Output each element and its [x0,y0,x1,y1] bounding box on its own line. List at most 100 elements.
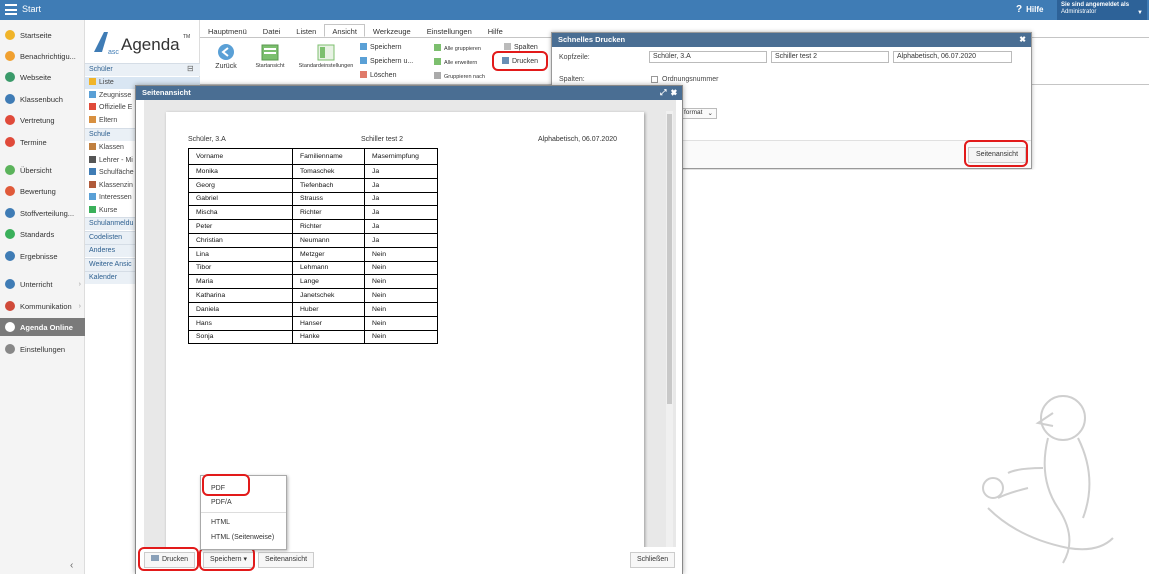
expand-all-button[interactable]: Alle erweitern [434,58,477,66]
sidebar-item-icon [5,94,15,104]
sidebar-item[interactable]: Benachrichtigu... [0,47,85,65]
save-as-view-button[interactable]: Speichern u... [360,57,413,65]
nav-item-icon [89,193,96,200]
table-cell: Tiefenbach [292,177,365,193]
sidebar-item[interactable]: Klassenbuch [0,90,85,108]
close-icon[interactable]: ✖ [671,88,677,97]
collapse-group-icon[interactable]: ⊟ [187,64,194,73]
chevron-right-icon: › [78,280,81,288]
help-button[interactable]: ? Hilfe [1016,4,1043,15]
menu-item-html[interactable]: HTML [201,516,286,530]
table-cell: Tomaschek [292,164,365,179]
sidebar-item[interactable]: Übersicht [0,161,85,179]
table-cell: Janetschek [292,288,365,303]
table-cell: Neumann [292,232,365,248]
sidebar-item[interactable]: Standards [0,225,85,243]
nav-item-icon [89,180,96,188]
expand-icon [434,58,441,65]
nav-group-header[interactable]: Schüler [85,63,200,76]
sidebar-item-label: Unterricht [20,279,53,289]
user-name: Administrator [1061,9,1097,15]
sidebar-item[interactable]: Ergebnisse [0,247,85,265]
maximize-icon[interactable]: ⤢ [660,88,666,97]
scrollbar-thumb[interactable] [667,114,672,404]
table-cell: Ja [364,205,438,221]
table-cell: Lehmann [292,260,365,276]
sidebar-item[interactable]: Stoffverteilung... [0,204,85,222]
nav-item-label: Interessen [99,194,132,201]
ordinal-checkbox[interactable] [651,76,658,83]
group-by-button[interactable]: Gruppieren nach [434,72,485,80]
sidebar-item-icon [5,322,15,332]
sidebar-item-icon [5,137,15,147]
group-all-button[interactable]: Alle gruppieren [434,44,481,52]
nav-item-label: Zeugnisse [99,91,132,99]
sidebar-item[interactable]: Agenda Online [0,318,85,336]
page-view-button[interactable]: Seitenansicht [258,552,315,568]
nav-item-icon [89,115,96,123]
sidebar-item[interactable]: Kommunikation › [0,297,85,315]
hamburger-menu-icon[interactable] [5,4,17,15]
ribbon-tab[interactable]: Datei [255,24,289,37]
sidebar-item[interactable]: Termine [0,133,85,151]
nav-item-label: Kurse [99,206,118,214]
delete-view-button[interactable]: Löschen [360,71,396,79]
vertical-scrollbar[interactable] [666,111,673,547]
ribbon-tab[interactable]: Werkzeuge [365,24,419,37]
save-view-button[interactable]: Speichern [360,43,402,51]
columns-button[interactable]: Spalten [504,43,538,51]
back-arrow-icon [218,44,234,60]
group-all-label: Alle gruppieren [444,46,481,52]
header-center-input[interactable]: Schiller test 2 [771,51,889,63]
table-cell: Metzger [292,246,365,262]
menu-item-html-pages[interactable]: HTML (Seitenweise) [201,531,286,545]
header-left-input[interactable]: Schüler, 3.A [649,51,767,63]
table-cell: Peter [188,219,293,234]
preview-highlight [964,140,1028,167]
ribbon-tab[interactable]: Hauptmenü [200,24,255,37]
collapse-sidebar-icon[interactable]: ‹ [70,560,73,571]
table-cell: Ja [364,232,438,248]
svg-text:asc: asc [108,49,119,56]
ribbon-tab[interactable]: Listen [288,24,324,37]
sidebar-item[interactable]: Webseite [0,68,85,86]
ribbon-tab[interactable]: Einstellungen [419,24,480,37]
sidebar-item[interactable]: Startseite [0,26,85,44]
column-header: Familienname [292,148,365,165]
back-label: Zurück [215,63,237,70]
standard-settings-button[interactable]: Standardeinstellungen [297,44,355,69]
help-label: Hilfe [1026,5,1044,14]
nav-item-icon [89,78,96,85]
sidebar-item[interactable]: Unterricht › [0,275,85,293]
sidebar-item-label: Ergebnisse [20,251,58,261]
table-cell: Maria [188,274,293,290]
nav-item-icon [89,143,96,150]
table-cell: Nein [364,329,438,345]
close-button[interactable]: Schließen [630,552,676,568]
table-cell: Gabriel [188,191,293,207]
startansicht-button[interactable]: Startansicht [254,44,286,69]
app-title[interactable]: Start [22,4,41,14]
format-value: format [684,109,703,116]
nav-item-label: Eltern [99,116,118,124]
header-right-input[interactable]: Alphabetisch, 06.07.2020 [893,51,1012,63]
ribbon-tab[interactable]: Hilfe [480,24,511,37]
sidebar-item[interactable]: Bewertung [0,182,85,200]
ribbon-tab[interactable]: Ansicht [324,24,365,37]
table-row: Georg Tiefenbach Ja [188,177,438,193]
delete-view-label: Löschen [370,72,397,79]
user-menu[interactable]: Sie sind angemeldet als Administrator ▼ [1057,0,1147,20]
table-cell: Nein [364,301,438,317]
menu-item-pdfa[interactable]: PDF/A [201,496,286,510]
page-header-center: Schiller test 2 [361,136,404,143]
startansicht-label: Startansicht [255,63,285,69]
close-icon[interactable]: ✖ [1019,35,1026,44]
chevron-right-icon: › [78,302,81,310]
table-cell: Richter [292,205,365,221]
format-select[interactable]: format ⌄ [680,108,717,119]
table-cell: Christian [188,232,293,248]
sidebar-item[interactable]: Einstellungen [0,340,85,358]
sidebar-item-icon [5,115,15,125]
back-button[interactable]: Zurück [213,43,239,70]
sidebar-item[interactable]: Vertretung [0,111,85,129]
